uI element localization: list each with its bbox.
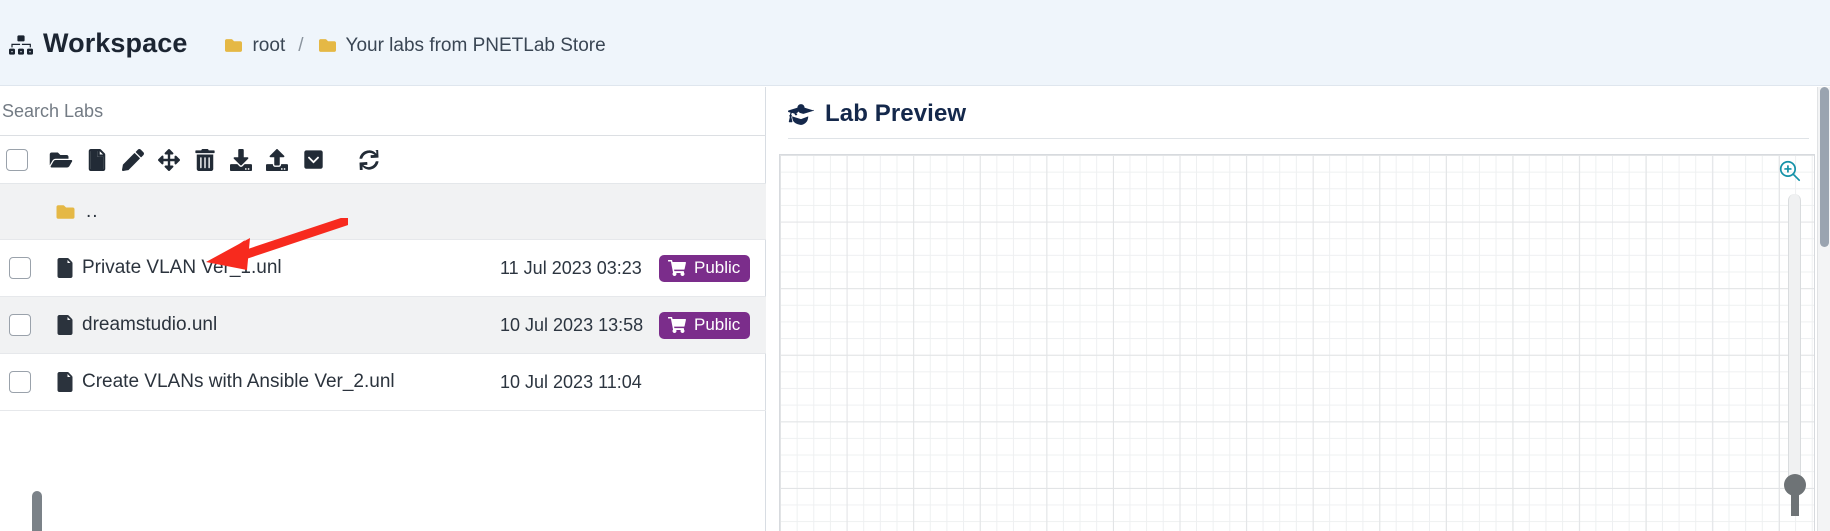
new-lab-button[interactable] (84, 145, 110, 175)
lab-name-label: Create VLANs with Ansible Ver_2.unl (82, 371, 395, 392)
table-row[interactable]: Private VLAN Ver_1.unl 11 Jul 2023 03:23… (0, 240, 766, 297)
row-checkbox[interactable] (9, 314, 31, 336)
lab-name-cell[interactable]: dreamstudio.unl (57, 314, 217, 336)
more-actions-button[interactable] (300, 145, 326, 175)
file-icon (57, 372, 73, 392)
zoom-slider[interactable] (1784, 194, 1806, 516)
status-badge-label: Public (694, 258, 741, 277)
lab-toolbar (0, 136, 766, 184)
zoom-slider-handle[interactable] (1784, 474, 1806, 496)
window-scrollbar[interactable] (1817, 87, 1830, 531)
lab-preview-header: Lab Preview (767, 87, 1830, 129)
status-badge-label: Public (694, 315, 741, 334)
status-badge: Public (659, 311, 751, 339)
file-icon (57, 258, 73, 278)
search-bar (0, 87, 766, 136)
divider (788, 138, 1809, 139)
lab-preview-panel: Lab Preview (767, 87, 1830, 531)
table-row[interactable]: Create VLANs with Ansible Ver_2.unl 10 J… (0, 354, 766, 411)
breadcrumb-item-root[interactable]: root (223, 35, 285, 57)
status-badge: Public (659, 254, 751, 282)
parent-folder-label: .. (86, 200, 99, 222)
move-button[interactable] (156, 145, 182, 175)
folder-icon (223, 37, 244, 54)
lab-date-cell: 11 Jul 2023 03:23 (500, 257, 642, 278)
folder-icon (54, 203, 77, 221)
breadcrumb: root / Your labs from PNETLab Store (223, 34, 606, 57)
parent-folder-row[interactable]: .. (0, 184, 766, 240)
page-header: Workspace root / Your labs from PNETLab … (0, 0, 1830, 86)
sitemap-icon (8, 32, 34, 58)
lab-date-cell: 10 Jul 2023 11:04 (500, 371, 642, 392)
folder-icon (317, 37, 338, 54)
lab-name-cell[interactable]: Create VLANs with Ansible Ver_2.unl (57, 371, 395, 393)
new-folder-button[interactable] (48, 145, 74, 175)
lab-name-label: Private VLAN Ver_1.unl (82, 257, 282, 278)
magnifier-plus-icon[interactable] (1779, 160, 1801, 182)
breadcrumb-label-store: Your labs from PNETLab Store (345, 34, 606, 56)
edit-button[interactable] (120, 145, 146, 175)
row-checkbox[interactable] (9, 257, 31, 279)
lab-name-label: dreamstudio.unl (82, 314, 218, 335)
graduation-cap-icon (788, 103, 815, 125)
export-button[interactable] (264, 145, 290, 175)
list-scrollbar-thumb[interactable] (32, 491, 42, 531)
lab-date-cell: 10 Jul 2023 13:58 (500, 314, 644, 335)
breadcrumb-separator: / (298, 34, 304, 56)
lab-preview-canvas[interactable] (779, 154, 1815, 531)
file-icon (57, 315, 73, 335)
workspace-page: Workspace root / Your labs from PNETLab … (0, 0, 1830, 531)
zoom-slider-track[interactable] (1788, 194, 1801, 486)
table-row[interactable]: dreamstudio.unl 10 Jul 2023 13:58 Public (0, 297, 766, 354)
select-all-checkbox[interactable] (6, 148, 28, 171)
refresh-button[interactable] (356, 145, 382, 175)
search-input[interactable] (0, 88, 764, 134)
import-button[interactable] (228, 145, 254, 175)
lab-browser-panel: .. Private VLAN Ver_1.unl 11 Jul 2023 03… (0, 87, 766, 531)
delete-button[interactable] (192, 145, 218, 175)
window-scrollbar-thumb[interactable] (1820, 87, 1829, 247)
lab-name-cell[interactable]: Private VLAN Ver_1.unl (57, 257, 282, 279)
breadcrumb-item-store[interactable]: Your labs from PNETLab Store (317, 35, 606, 57)
row-checkbox[interactable] (9, 371, 31, 393)
shopping-cart-icon (668, 317, 688, 333)
lab-preview-title: Lab Preview (825, 100, 967, 127)
breadcrumb-label-root: root (252, 34, 286, 56)
page-title: Workspace (43, 27, 188, 58)
shopping-cart-icon (668, 260, 688, 276)
